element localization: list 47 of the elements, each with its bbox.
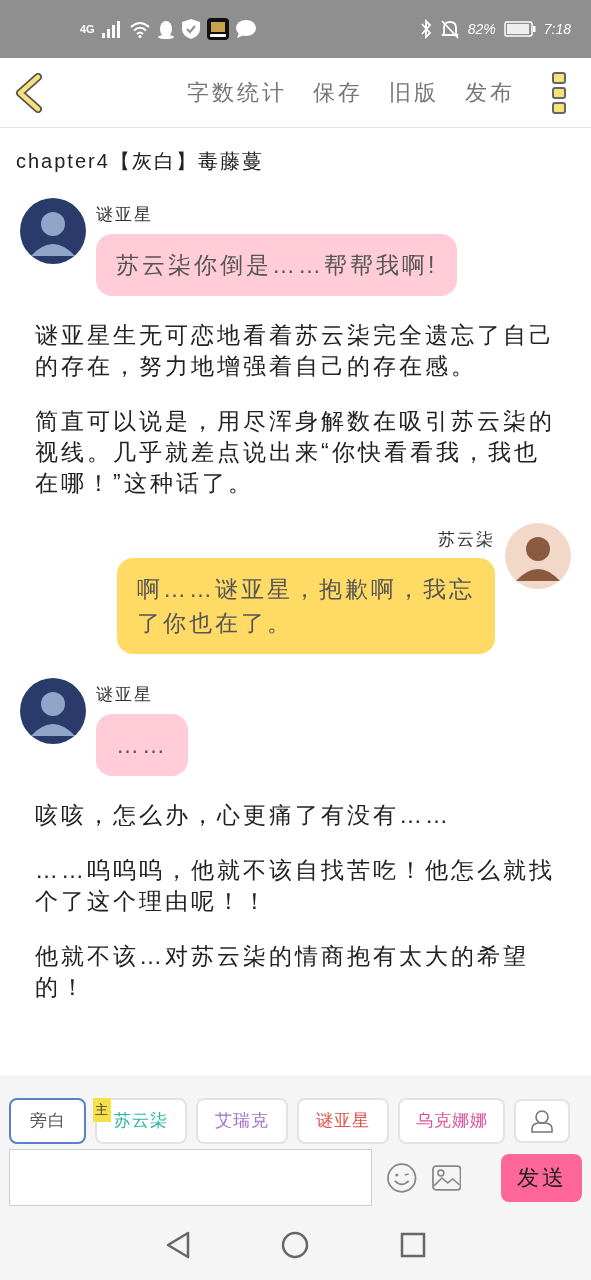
speech-bubble: …… [96,713,188,776]
avatar [505,522,571,589]
speaker-name: 谜亚星 [96,684,153,706]
role-chip[interactable]: 旁白 [9,1098,86,1144]
shield-icon [180,18,201,40]
speech-bubble: 苏云柒你倒是……帮帮我啊! [96,233,458,296]
narration-paragraph: 简直可以说是，用尽浑身解数在吸引苏云柒的视线。几乎就差点说出来“你快看看我，我也在哪！”这种话了。 [34,406,556,498]
more-menu-icon[interactable] [551,70,567,115]
avatar [20,198,86,264]
bell-off-icon [439,19,460,39]
speech-bubble: 啊……谜亚星，抱歉啊，我忘了你也在了。 [117,558,495,654]
back-nav-icon[interactable] [165,1231,192,1259]
role-chip[interactable]: 谜亚星 [297,1098,389,1144]
role-chip[interactable]: 苏云柒 主 [95,1098,187,1144]
emoji-icon[interactable] [386,1161,418,1194]
main-role-badge: 主 [93,1098,111,1122]
wifi-icon [128,20,151,38]
narration-paragraph: 谜亚星生无可恋地看着苏云柒完全遗忘了自己的存在，努力地增强着自己的存在感。 [34,320,556,381]
back-chevron-icon[interactable] [14,72,44,113]
narration-paragraph: ……呜呜呜，他就不该自找苦吃！他怎么就找个了这个理由呢！！ [34,855,556,916]
bluetooth-icon [419,19,432,39]
toolbar-action[interactable]: 发布 [465,76,515,109]
toolbar-action[interactable]: 保存 [313,76,363,109]
app-icon [206,18,229,40]
toolbar-action[interactable]: 旧版 [389,76,439,109]
battery-icon [503,21,536,37]
narration-paragraph: 他就不该…对苏云柒的情商抱有太大的希望的！ [34,941,530,1002]
narration-paragraph: 咳咳，怎么办，心更痛了有没有…… [34,800,452,830]
recents-nav-icon[interactable] [399,1232,426,1258]
avatar [20,678,86,744]
network-label: 4G [80,21,95,37]
home-nav-icon[interactable] [281,1231,310,1259]
clock-time: 7:18 [543,19,571,39]
person-icon [530,1109,554,1133]
speaker-name: 谜亚星 [96,204,153,226]
add-role-button[interactable] [514,1099,570,1143]
send-button[interactable]: 发送 [501,1153,582,1202]
chat-bubble-icon [234,19,257,39]
message-input-field[interactable] [9,1149,373,1206]
signal-icon [100,19,123,39]
battery-percent: 82% [467,19,496,39]
speaker-name: 苏云柒 [438,528,495,551]
role-chip[interactable]: 艾瑞克 [196,1098,288,1144]
chapter-title: chapter4【灰白】毒藤蔓 [16,149,264,174]
image-icon[interactable] [431,1164,462,1191]
toolbar-action[interactable]: 字数统计 [187,76,287,109]
role-chip[interactable]: 乌克娜娜 [398,1098,505,1144]
